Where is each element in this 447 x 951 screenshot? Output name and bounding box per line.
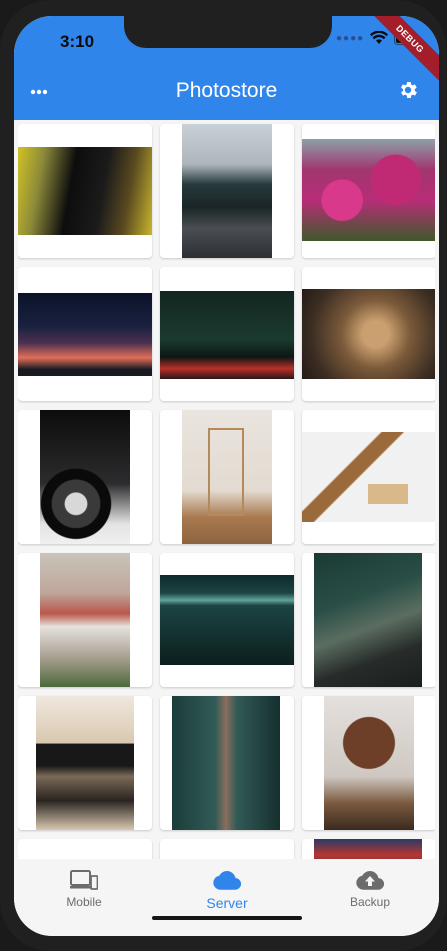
- photo-tile[interactable]: [18, 553, 152, 687]
- photo-image: [40, 553, 130, 687]
- photo-tile[interactable]: [302, 410, 435, 544]
- photo-image: [40, 410, 130, 544]
- photo-image: [18, 147, 152, 235]
- photo-tile[interactable]: [302, 839, 435, 860]
- photo-image: [314, 553, 422, 687]
- signal-icon: ●●●●: [336, 32, 365, 44]
- nav-tab-mobile[interactable]: Mobile: [24, 869, 144, 909]
- photo-tile[interactable]: [160, 267, 294, 401]
- home-indicator: [152, 916, 302, 920]
- wifi-icon: [370, 31, 389, 44]
- nav-tab-backup[interactable]: Backup: [310, 869, 430, 909]
- nav-label-mobile: Mobile: [66, 895, 102, 909]
- photo-image: [182, 124, 272, 258]
- photo-image: [36, 696, 134, 830]
- photo-image: [302, 432, 435, 522]
- photo-image: [160, 291, 294, 379]
- nav-label-server: Server: [206, 895, 248, 911]
- photo-image: [324, 696, 414, 830]
- status-time: 3:10: [60, 32, 95, 51]
- photo-image: [172, 696, 280, 830]
- debug-banner: DEBUG: [364, 16, 439, 85]
- photo-tile[interactable]: [160, 839, 294, 860]
- photo-image: [18, 293, 152, 376]
- photo-tile[interactable]: [18, 696, 152, 830]
- photo-grid[interactable]: [18, 122, 435, 860]
- photo-tile[interactable]: [18, 839, 152, 860]
- nav-tab-server[interactable]: Server: [167, 869, 287, 911]
- photo-tile[interactable]: [160, 410, 294, 544]
- app-bar: 3:10 ●●●● DEBUG Photostore: [14, 16, 439, 120]
- photo-tile[interactable]: [160, 124, 294, 258]
- photo-tile[interactable]: [18, 410, 152, 544]
- photo-tile[interactable]: [302, 553, 435, 687]
- cloud-upload-icon: [356, 871, 384, 890]
- photo-tile[interactable]: [18, 267, 152, 401]
- settings-button[interactable]: [397, 79, 421, 103]
- app-screen: 3:10 ●●●● DEBUG Photostore Mobile Server…: [14, 16, 439, 936]
- phone-frame: 3:10 ●●●● DEBUG Photostore Mobile Server…: [0, 0, 447, 951]
- photo-image-detail: [208, 428, 244, 516]
- photo-image: [160, 575, 294, 665]
- photo-tile[interactable]: [302, 124, 435, 258]
- devices-icon: [70, 870, 98, 890]
- photo-tile[interactable]: [18, 124, 152, 258]
- photo-tile[interactable]: [160, 696, 294, 830]
- photo-tile[interactable]: [302, 267, 435, 401]
- photo-image: [302, 139, 435, 241]
- page-title: Photostore: [175, 79, 278, 102]
- gear-icon: [401, 82, 417, 98]
- photo-image: [302, 289, 435, 379]
- photo-tile[interactable]: [160, 553, 294, 687]
- photo-tile[interactable]: [302, 696, 435, 830]
- photo-image: [314, 839, 422, 860]
- bottom-navigation: Mobile Server Backup: [14, 859, 439, 936]
- photo-image-detail: [368, 484, 408, 504]
- device-notch: [124, 16, 332, 48]
- cloud-icon: [213, 871, 241, 890]
- nav-label-backup: Backup: [349, 895, 391, 909]
